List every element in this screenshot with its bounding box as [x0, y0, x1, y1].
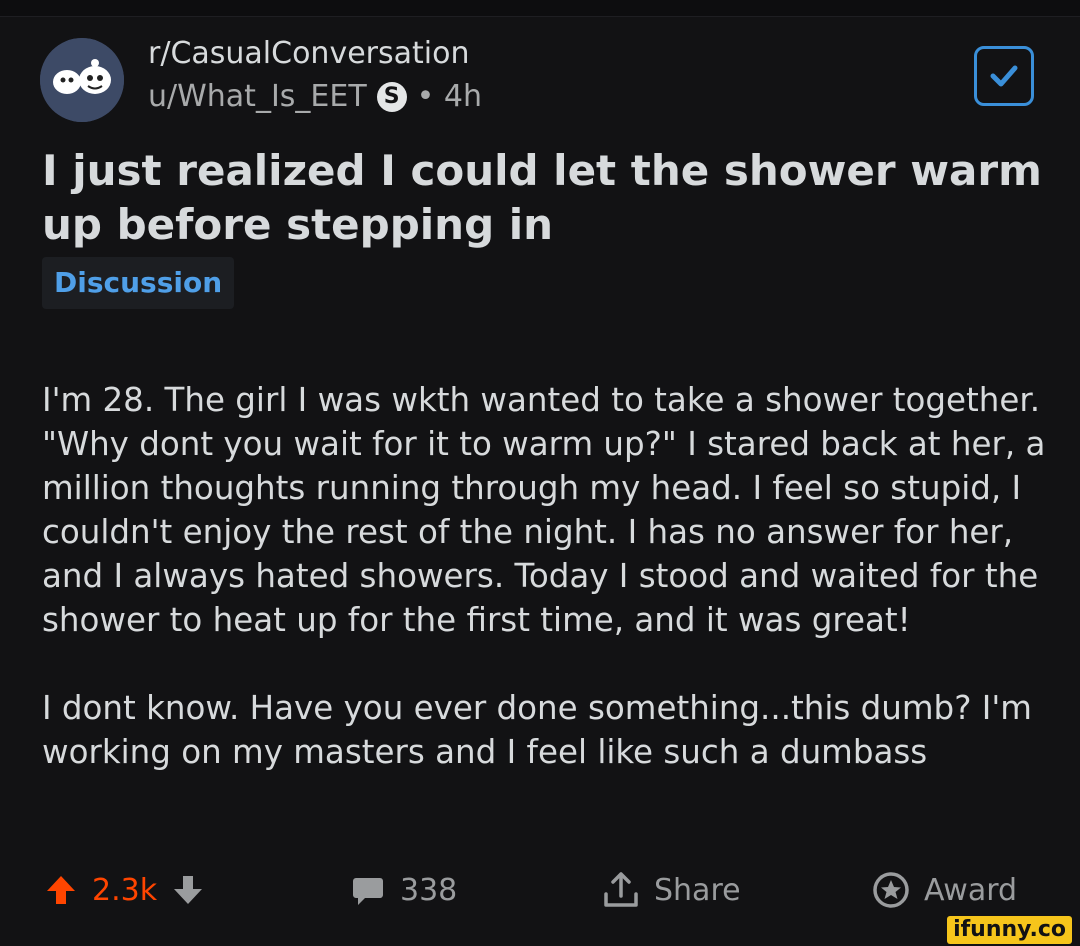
post-body-paragraph: I dont know. Have you ever done somethin… — [42, 689, 1032, 771]
ifunny-watermark: ifunny.co — [947, 916, 1072, 944]
author-username[interactable]: u/What_Is_EET — [148, 79, 367, 114]
post-body: I'm 28. The girl I was wkth wanted to ta… — [42, 378, 1052, 818]
post-title[interactable]: I just realized I could let the shower w… — [42, 144, 1042, 252]
subreddit-avatar[interactable] — [40, 38, 124, 122]
subreddit-avatar-icon — [40, 38, 124, 122]
select-checkbox[interactable] — [974, 46, 1034, 106]
comment-bubble-icon — [353, 878, 383, 905]
share-icon — [604, 872, 638, 907]
checkmark-icon — [990, 65, 1018, 87]
post-flair[interactable]: Discussion — [42, 257, 235, 309]
downvote-arrow-icon[interactable] — [171, 873, 205, 907]
award-button[interactable]: Award — [872, 862, 1017, 918]
post-actions-bar: 2.3k 338 Share Award — [0, 862, 1080, 918]
post-age: • 4h — [416, 79, 483, 114]
post-author-line: u/What_Is_EET S • 4h — [148, 79, 482, 114]
share-label: Share — [654, 872, 741, 908]
user-badge-icon: S — [376, 81, 407, 112]
share-button[interactable]: Share — [602, 862, 741, 918]
award-icon — [873, 872, 909, 908]
subreddit-name[interactable]: r/CasualConversation — [148, 36, 469, 71]
top-bar — [0, 0, 1080, 17]
award-label: Award — [924, 872, 1018, 908]
upvote-arrow-icon[interactable] — [44, 873, 78, 907]
vote-score: 2.3k — [92, 872, 158, 908]
post-header: r/CasualConversation u/What_Is_EET S • 4… — [40, 36, 1040, 122]
comment-count: 338 — [400, 872, 458, 908]
vote-group: 2.3k — [44, 862, 205, 918]
post-body-paragraph: I'm 28. The girl I was wkth wanted to ta… — [42, 381, 1046, 639]
comments-button[interactable]: 338 — [350, 862, 457, 918]
